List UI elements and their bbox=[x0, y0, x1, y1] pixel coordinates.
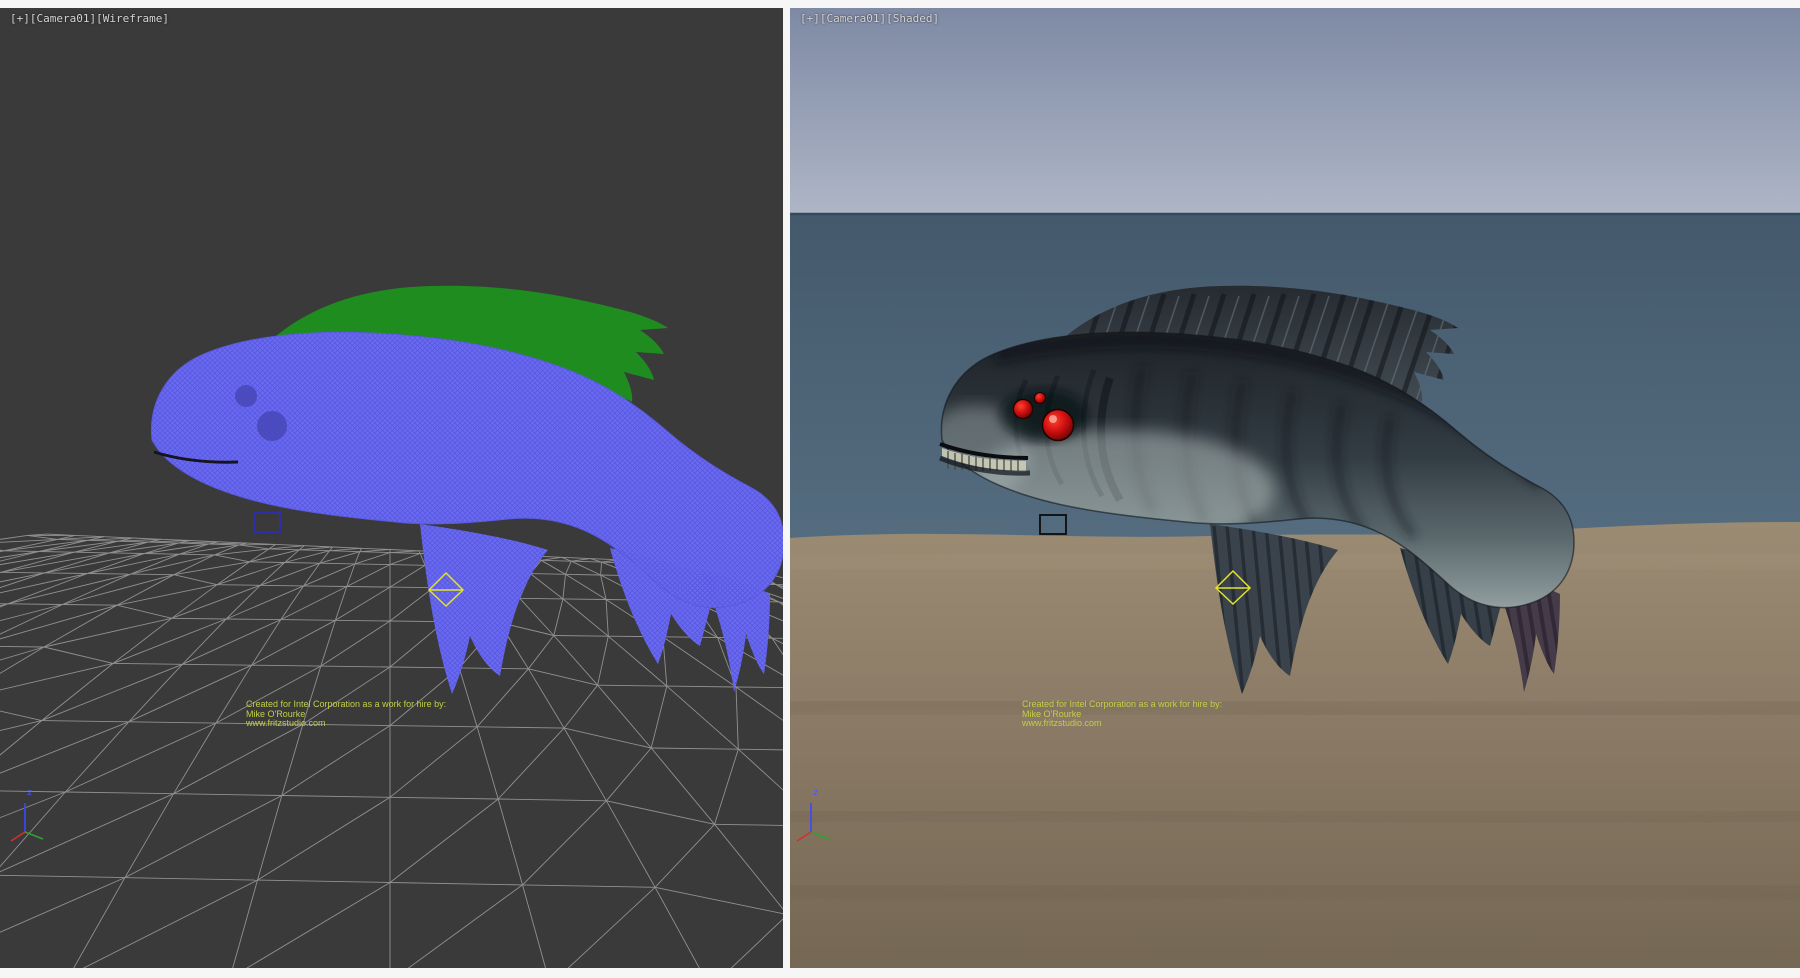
viewport-label: [+][Camera01][Wireframe] bbox=[10, 12, 169, 25]
scene-credit-text: Created for Intel Corporation as a work … bbox=[246, 700, 446, 729]
fish-eye-small bbox=[235, 385, 257, 407]
eye-small bbox=[1035, 393, 1046, 404]
credit-line-3: www.fritzstudio.com bbox=[1022, 719, 1222, 729]
viewport-menu-shading[interactable]: [Shaded] bbox=[886, 12, 939, 25]
viewport-menu-pov[interactable]: [Camera01] bbox=[30, 12, 96, 25]
viewport-shaded[interactable]: [+][Camera01][Shaded] Created for Intel … bbox=[790, 8, 1800, 968]
app-window: [+][Camera01][Wireframe] Created for Int… bbox=[0, 0, 1800, 978]
viewport-label: [+][Camera01][Shaded] bbox=[800, 12, 939, 25]
fish-model-wireframe[interactable] bbox=[151, 286, 783, 694]
fish-eye-large bbox=[257, 411, 287, 441]
credit-line-3: www.fritzstudio.com bbox=[246, 719, 446, 729]
dummy-helper-box[interactable] bbox=[254, 513, 280, 532]
viewport-wireframe[interactable]: [+][Camera01][Wireframe] Created for Int… bbox=[0, 8, 783, 968]
eye-large-highlight bbox=[1049, 415, 1057, 423]
viewport-menu-general[interactable]: [+] bbox=[10, 12, 30, 25]
viewport-menu-general[interactable]: [+] bbox=[800, 12, 820, 25]
eye-large bbox=[1043, 410, 1074, 441]
viewport-menu-shading[interactable]: [Wireframe] bbox=[96, 12, 169, 25]
sky-background bbox=[790, 8, 1800, 214]
axis-z-label: z bbox=[813, 788, 818, 798]
scene-credit-text: Created for Intel Corporation as a work … bbox=[1022, 700, 1222, 729]
eye-medium bbox=[1014, 400, 1033, 419]
axis-x bbox=[11, 832, 25, 841]
axis-z-label: z bbox=[27, 788, 32, 798]
viewport-menu-pov[interactable]: [Camera01] bbox=[820, 12, 886, 25]
